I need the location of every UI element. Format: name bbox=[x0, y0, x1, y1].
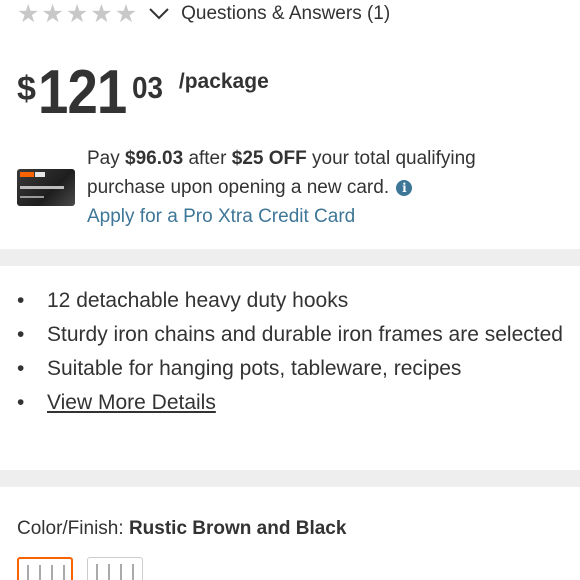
credit-card-image bbox=[17, 169, 75, 206]
highlight-text: Suitable for hanging pots, tableware, re… bbox=[47, 357, 462, 380]
list-item: • Suitable for hanging pots, tableware, r… bbox=[17, 357, 462, 380]
star-icon: ★ bbox=[41, 0, 64, 28]
offer-text: Pay $96.03 after $25 OFF your total qual… bbox=[87, 144, 567, 231]
offer-discount: $25 OFF bbox=[231, 148, 307, 169]
section-divider bbox=[0, 470, 580, 487]
section-divider bbox=[0, 249, 580, 266]
price-dollars: 121 bbox=[37, 58, 127, 127]
credit-card-offer: Pay $96.03 after $25 OFF your total qual… bbox=[17, 144, 567, 234]
list-item: • 12 detachable heavy duty hooks bbox=[17, 289, 349, 312]
color-finish-label: Color/Finish: bbox=[17, 518, 124, 539]
color-finish: Color/Finish: Rustic Brown and Black bbox=[17, 518, 346, 540]
view-more-details-link[interactable]: View More Details bbox=[47, 391, 216, 414]
chevron-down-icon[interactable] bbox=[147, 2, 171, 26]
color-swatches bbox=[17, 557, 143, 580]
list-item: • View More Details bbox=[17, 391, 216, 414]
price-cents: 03 bbox=[132, 70, 164, 105]
price-unit: /package bbox=[178, 70, 269, 93]
color-finish-value: Rustic Brown and Black bbox=[128, 518, 347, 539]
offer-line2: purchase upon opening a new card. bbox=[87, 177, 390, 198]
questions-answers-link[interactable]: Questions & Answers (1) bbox=[181, 3, 390, 25]
offer-pay-prefix: Pay bbox=[87, 148, 120, 169]
highlight-text: Sturdy iron chains and durable iron fram… bbox=[47, 323, 563, 346]
offer-after-text: after bbox=[188, 148, 227, 169]
star-icon: ★ bbox=[65, 0, 89, 28]
price-currency: $ bbox=[17, 70, 36, 108]
offer-pay-amount: $96.03 bbox=[125, 148, 184, 169]
product-highlights: • 12 detachable heavy duty hooks • Sturdy … bbox=[17, 284, 567, 420]
star-icon: ★ bbox=[114, 0, 138, 28]
offer-line1-rest: your total qualifying bbox=[312, 148, 476, 169]
info-icon[interactable]: i bbox=[396, 180, 413, 196]
star-icon: ★ bbox=[90, 0, 113, 28]
rating-row: ★ ★ ★ ★ ★ Questions & Answers (1) bbox=[17, 0, 390, 28]
price: $ 121 03 /package bbox=[17, 62, 269, 124]
swatch-option[interactable] bbox=[87, 557, 143, 580]
star-rating[interactable]: ★ ★ ★ ★ ★ bbox=[17, 0, 138, 28]
list-item: • Sturdy iron chains and durable iron fra… bbox=[17, 323, 563, 346]
highlight-text: 12 detachable heavy duty hooks bbox=[47, 289, 349, 312]
swatch-selected[interactable] bbox=[17, 557, 73, 580]
star-icon: ★ bbox=[17, 0, 40, 28]
apply-credit-card-link[interactable]: Apply for a Pro Xtra Credit Card bbox=[87, 202, 567, 231]
